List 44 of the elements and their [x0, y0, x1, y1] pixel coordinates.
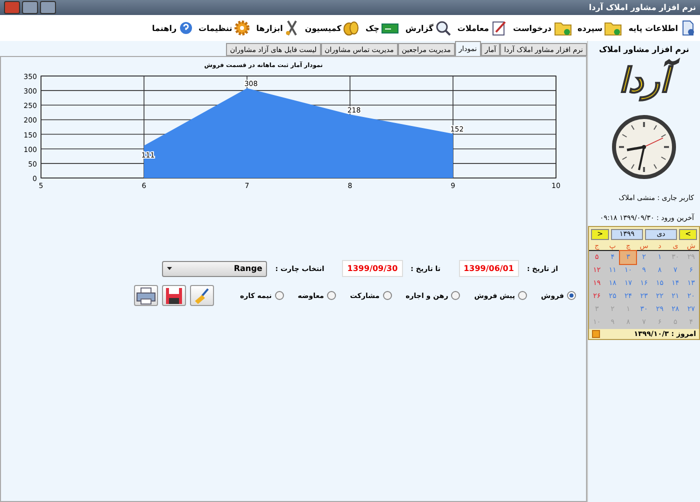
toolbar-button[interactable]: چک [365, 21, 400, 35]
print-button[interactable] [134, 285, 158, 306]
radio-button[interactable] [327, 291, 336, 300]
radio-button[interactable] [382, 291, 392, 300]
minimize-icon[interactable] [40, 1, 56, 14]
app-heading: نرم افزار مشاور املاک [598, 45, 690, 54]
toolbar-button[interactable]: تنظیمات [198, 20, 250, 36]
toolbar-button[interactable]: راهنما [152, 21, 193, 35]
logo: آردا [610, 58, 678, 106]
radio-button[interactable] [518, 291, 528, 300]
window-title: نرم افزار مشاور املاک آردا [588, 3, 696, 12]
folder-icon [554, 20, 572, 36]
chart-type-dropdown[interactable]: Range [162, 260, 268, 276]
to-date-field[interactable]: 1399/09/30 [342, 260, 403, 277]
toolbar-button[interactable]: معاملات [457, 20, 507, 36]
from-date-field[interactable]: 1399/06/01 [458, 260, 519, 277]
toolbar-button[interactable]: درخواست [512, 20, 572, 36]
maximize-icon[interactable] [22, 1, 38, 14]
square-icon [592, 330, 600, 338]
folder-icon [604, 20, 622, 36]
caret-icon [167, 267, 172, 270]
pen-icon [490, 20, 507, 36]
printer-icon [136, 286, 156, 304]
close-icon[interactable] [4, 1, 20, 14]
clear-button[interactable] [190, 285, 214, 306]
cheque-icon [381, 21, 400, 35]
toolbar-button[interactable]: اطلاعات پایه [628, 20, 696, 36]
tools-icon [284, 20, 299, 36]
toolbar-button[interactable]: کمیسیون [304, 20, 360, 36]
radio-button[interactable] [274, 291, 284, 300]
coins-icon [343, 20, 360, 36]
radio-button[interactable] [451, 291, 460, 300]
save-button[interactable] [162, 285, 186, 306]
radio-button[interactable] [567, 291, 576, 300]
broom-icon [192, 286, 211, 304]
clock-drawing [611, 114, 677, 180]
save-icon [164, 286, 183, 304]
help-icon [178, 21, 193, 35]
document-icon [680, 20, 696, 36]
toolbar-button[interactable]: سپرده [578, 20, 622, 36]
search-icon [435, 20, 452, 36]
toolbar-button[interactable]: ابزارها [256, 20, 299, 36]
toolbar-button[interactable]: گزارش [405, 20, 452, 36]
settings-icon [234, 20, 250, 36]
